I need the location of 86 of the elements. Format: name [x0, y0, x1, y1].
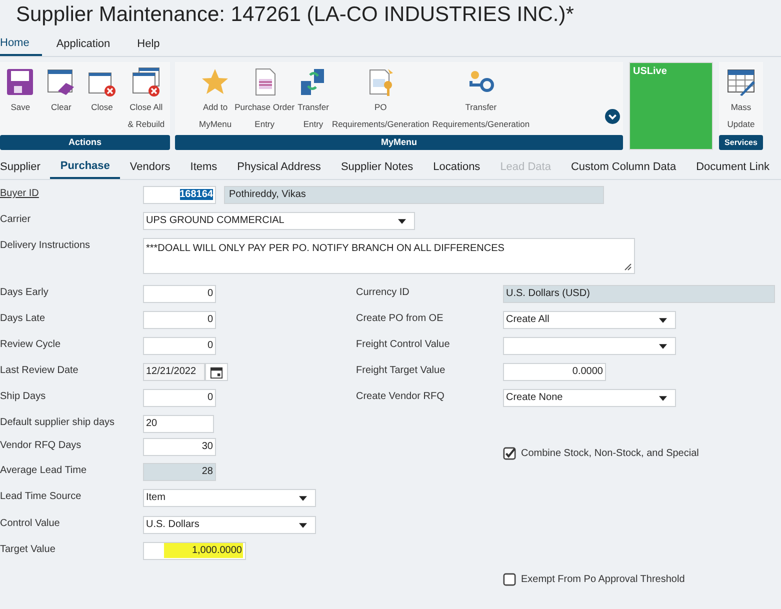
field-label: Freight Target Value	[356, 364, 446, 376]
environment-tile: USLive	[629, 62, 713, 150]
menu-tab[interactable]: Application	[44, 32, 124, 56]
dropdown-field[interactable]: Create None	[503, 389, 676, 407]
text-area[interactable]: ***DOALL WILL ONLY PAY PER PO. NOTIFY BRANCH ON ALL DIFFERENCES	[143, 238, 635, 274]
ribbon-button[interactable]: Transfer Entry	[298, 62, 329, 133]
star-icon	[200, 67, 230, 97]
readonly-field: U.S. Dollars (USD)	[503, 285, 775, 303]
checkbox-label: Exempt From Po Approval Threshold	[521, 574, 685, 585]
tab[interactable]: Items	[180, 154, 228, 179]
input-field[interactable]: 168164	[143, 186, 216, 204]
field-label: Delivery Instructions	[0, 239, 92, 251]
date-field[interactable]: 12/21/2022	[143, 363, 205, 381]
field-label: Create PO from OE	[356, 312, 444, 324]
group-title: MyMenu	[175, 135, 623, 150]
window-title: Supplier Maintenance: 147261 (LA-CO INDUSTRIES INC.)*	[15, 2, 575, 28]
field-label: Vendor RFQ Days	[0, 439, 82, 451]
checkbox-label: Combine Stock, Non-Stock, and Special	[521, 448, 699, 459]
caret-icon	[299, 496, 307, 500]
ribbon-button[interactable]: Save	[5, 62, 36, 116]
calendar-icon	[210, 366, 223, 378]
tab[interactable]: Custom Column Data	[560, 154, 686, 179]
input-field[interactable]: 0	[143, 311, 216, 329]
tab[interactable]: Locations	[423, 154, 490, 179]
field-label: Days Early	[0, 286, 50, 298]
input-field[interactable]: 20	[143, 415, 214, 433]
caret-icon	[659, 344, 667, 348]
field-label: Lead Time Source	[0, 490, 82, 502]
ribbon-button[interactable]: Purchase Order Entry	[234, 62, 295, 133]
tab[interactable]: Supplier	[0, 154, 50, 179]
caret-icon	[659, 396, 667, 400]
dropdown-field[interactable]: Item	[143, 489, 316, 507]
tab[interactable]: Vendors	[120, 154, 180, 179]
input-field[interactable]: 1,000.0000	[143, 542, 246, 560]
checkbox[interactable]	[503, 573, 516, 586]
tab[interactable]: Physical Address	[227, 154, 331, 179]
dropdown-field[interactable]: UPS GROUND COMMERCIAL	[143, 212, 415, 230]
group-title: Actions	[0, 135, 170, 150]
ribbon-button[interactable]: Add to MyMenu	[199, 62, 232, 133]
field-label: Review Cycle	[0, 338, 62, 350]
ribbon-button[interactable]: Close All & Rebuild	[128, 62, 165, 133]
selected-text: 168164	[180, 189, 213, 200]
input-field[interactable]: 0	[143, 389, 216, 407]
field-label: Target Value	[0, 543, 56, 555]
ribbon-button[interactable]: PO Requirements/Generation	[332, 62, 430, 133]
field-label: Carrier	[0, 213, 32, 225]
field-label: Currency ID	[356, 286, 410, 298]
highlighted-value: 1,000.0000	[164, 543, 243, 558]
ribbon-button[interactable]: Mass Update	[726, 62, 756, 133]
tab[interactable]: Purchase	[50, 154, 120, 179]
dropdown-field[interactable]: Create All	[503, 311, 676, 329]
calendar-button[interactable]	[205, 363, 228, 381]
ribbon-button[interactable]: Close	[86, 62, 117, 116]
caret-icon	[398, 218, 406, 224]
ribbon-button[interactable]: Clear	[46, 62, 76, 116]
table-pencil-icon	[726, 67, 756, 97]
tab[interactable]: Supplier Notes	[330, 154, 424, 179]
field-label: Average Lead Time	[0, 464, 88, 476]
caret-icon	[299, 522, 307, 528]
dropdown-field[interactable]: U.S. Dollars	[143, 516, 316, 534]
field-label: Last Review Date	[0, 364, 80, 376]
field-label: Days Late	[0, 312, 46, 324]
dropdown-field[interactable]	[503, 337, 676, 355]
field-label: Freight Control Value	[356, 338, 451, 350]
resize-grip-icon	[624, 263, 632, 271]
chevron-down-icon[interactable]	[605, 109, 620, 124]
input-field[interactable]: 30	[143, 438, 216, 456]
field-label: Default supplier ship days	[0, 416, 116, 428]
buyer-id-link[interactable]: Buyer ID	[0, 186, 143, 199]
field-label: Control Value	[0, 517, 61, 529]
readonly-field: Pothireddy, Vikas	[224, 186, 604, 204]
field-label: Ship Days	[0, 390, 47, 402]
tab[interactable]: Document Link	[686, 154, 780, 179]
eraser-icon	[46, 67, 76, 97]
input-field[interactable]: 0	[143, 285, 216, 303]
group-title: Services	[719, 135, 763, 150]
windows-close-icon	[131, 67, 162, 97]
menu-tab[interactable]: Home	[0, 32, 42, 56]
field-label: Create Vendor RFQ	[356, 390, 446, 402]
menu-tab[interactable]: Help	[125, 32, 173, 56]
readonly-field: 28	[143, 463, 216, 481]
caret-icon	[659, 318, 667, 322]
ribbon-button[interactable]: Transfer Requirements/Generation	[432, 62, 530, 133]
input-field[interactable]: 0.0000	[503, 363, 606, 381]
checkbox[interactable]	[503, 447, 516, 460]
input-field[interactable]: 0	[143, 337, 216, 355]
